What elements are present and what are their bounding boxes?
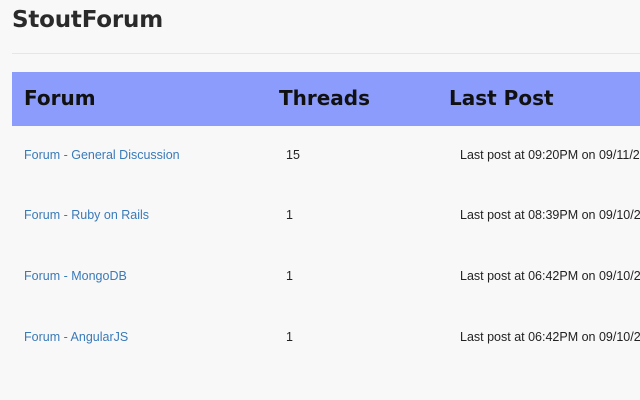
column-header-threads: Threads (279, 86, 371, 110)
forum-link[interactable]: Forum - AngularJS (24, 330, 128, 344)
forum-link[interactable]: Forum - General Discussion (24, 148, 180, 162)
site-title[interactable]: StoutForum (12, 4, 163, 36)
table-header: Forum Threads Last Post (12, 72, 640, 126)
header-divider (12, 53, 640, 54)
column-header-forum: Forum (24, 86, 96, 110)
forum-table: Forum Threads Last Post (12, 72, 640, 126)
column-header-last-post: Last Post (449, 86, 554, 110)
forum-link[interactable]: Forum - Ruby on Rails (24, 208, 149, 222)
forum-link[interactable]: Forum - MongoDB (24, 269, 127, 283)
